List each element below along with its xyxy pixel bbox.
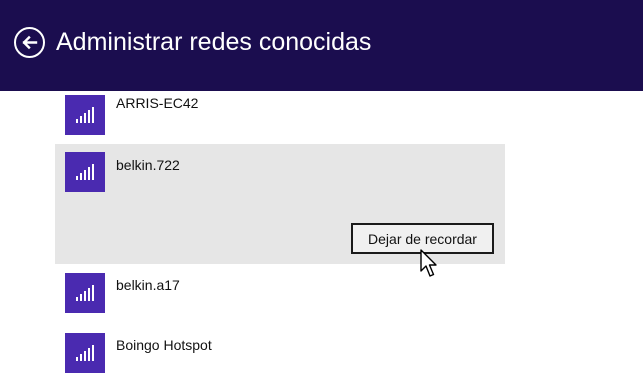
back-button[interactable] xyxy=(14,27,45,58)
wifi-signal-icon xyxy=(76,107,94,123)
network-item-boingo-hotspot[interactable]: Boingo Hotspot xyxy=(55,325,505,373)
header-bar: Administrar redes conocidas xyxy=(0,0,643,91)
mouse-pointer-icon xyxy=(420,249,437,277)
network-name: Boingo Hotspot xyxy=(116,337,212,353)
network-name: belkin.a17 xyxy=(116,277,180,293)
wifi-signal-icon xyxy=(76,345,94,361)
network-item-belkin-722[interactable]: belkin.722 Dejar de recordar xyxy=(55,144,505,264)
back-arrow-icon xyxy=(22,35,38,50)
wifi-tile xyxy=(65,333,105,373)
wifi-tile xyxy=(65,152,105,192)
network-name: belkin.722 xyxy=(116,157,180,173)
wifi-tile xyxy=(65,273,105,313)
wifi-tile xyxy=(65,95,105,135)
network-item-arris-ec42[interactable]: ARRIS-EC42 xyxy=(55,88,505,138)
wifi-signal-icon xyxy=(76,285,94,301)
network-name: ARRIS-EC42 xyxy=(116,95,199,111)
wifi-signal-icon xyxy=(76,164,94,180)
page-title: Administrar redes conocidas xyxy=(56,28,372,56)
